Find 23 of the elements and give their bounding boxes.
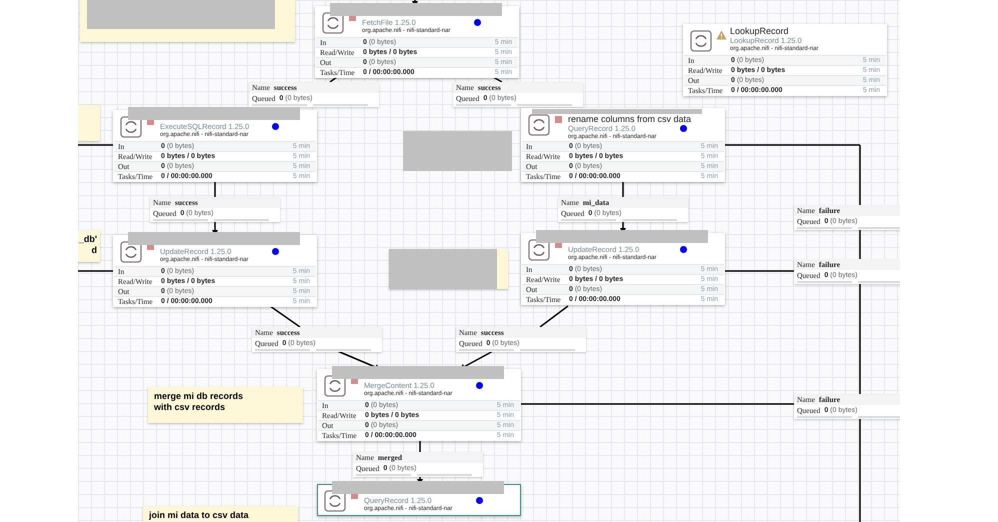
connection-line [270,305,300,328]
connection-line [419,440,421,452]
processor-icon [528,114,550,136]
processor-name: LookupRecord [730,26,790,36]
processor-icon [322,12,344,34]
processor-icon [120,116,142,138]
note-label[interactable]: _db' d [78,230,100,262]
processor-icon [690,30,712,52]
processor-icon [324,375,346,397]
connection-line [725,270,794,272]
note-label[interactable]: merge mi db records with csv records [148,387,303,423]
connection-line [540,305,568,328]
processor-icon [324,490,346,512]
connection-line [492,76,502,83]
note-label[interactable]: join mi data to csv data [143,506,298,522]
processor-icon [528,239,550,261]
connection-line [78,144,113,146]
connection-line [622,181,624,197]
note-label[interactable] [80,0,295,42]
connection-line [78,270,113,272]
connection-line [214,181,216,197]
processor-icon [120,241,142,263]
processor-name: rename columns from csv data [568,114,692,124]
